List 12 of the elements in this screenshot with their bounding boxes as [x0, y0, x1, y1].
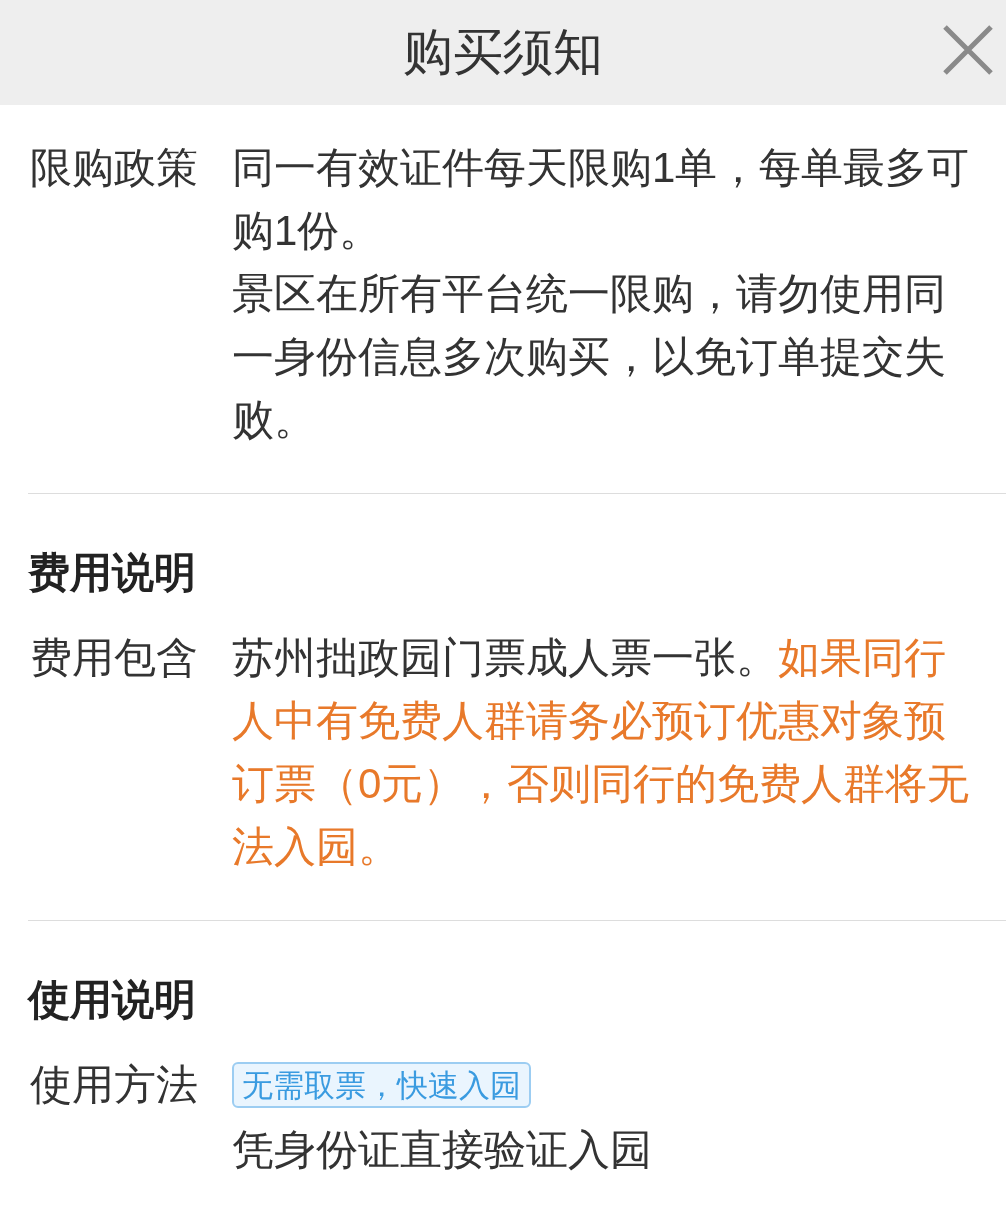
- description-text: 凭身份证直接验证入园: [232, 1125, 652, 1175]
- page-title: 购买须知: [403, 23, 603, 82]
- description-text: 苏州拙政园门票成人票一张。如果同行人中有免费人群请务必预订优惠对象预订票（0元），否则同行的免费人群将无法入园。: [232, 633, 971, 872]
- row-label: 费用包含: [29, 633, 199, 683]
- tag-badge: 无需取票，快速入园: [232, 1062, 531, 1108]
- section-title: 使用说明: [28, 975, 197, 1025]
- description-text: 景区在所有平台统一限购，请勿使用同一身份信息多次购买，以免订单提交失败。: [232, 269, 947, 445]
- description-text: 同一有效证件每天限购1单，每单最多可购1份。: [232, 143, 971, 256]
- section-title: 费用说明: [28, 548, 197, 598]
- row-label: 限购政策: [29, 143, 199, 193]
- close-icon: [942, 24, 994, 76]
- row-label: 使用方法: [29, 1060, 199, 1110]
